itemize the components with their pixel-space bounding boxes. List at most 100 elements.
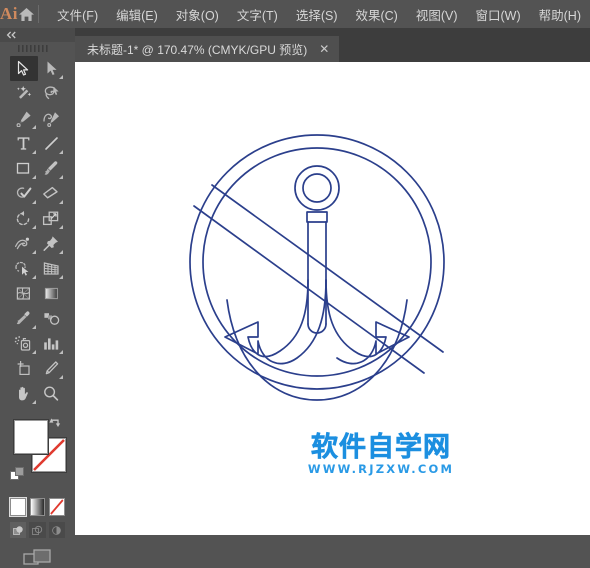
tool-shaper[interactable]: [10, 181, 38, 206]
tool-artboard[interactable]: [10, 356, 38, 381]
draw-mode-row: [10, 522, 65, 538]
tool-flyout-indicator: [59, 375, 63, 379]
artboard-canvas[interactable]: 软件自学网 WWW.RJZXW.COM: [75, 62, 590, 535]
outer-circle: [189, 134, 445, 390]
tool-rotate[interactable]: [10, 206, 38, 231]
magnifier-icon: [44, 386, 59, 401]
draw-inside-mode-button[interactable]: [48, 522, 65, 538]
tool-rectangle[interactable]: [10, 156, 38, 181]
tool-eraser[interactable]: [38, 181, 66, 206]
paint-mode-gradient[interactable]: [29, 498, 46, 516]
panel-drag-handle[interactable]: [0, 42, 75, 54]
tool-width[interactable]: [10, 231, 38, 256]
tools-panel: [0, 28, 75, 565]
menu-item-window[interactable]: 窗口(W): [467, 1, 530, 28]
tool-column-graph[interactable]: [38, 331, 66, 356]
menu-item-type[interactable]: 文字(T): [228, 1, 287, 28]
document-tab[interactable]: 未标题-1* @ 170.47% (CMYK/GPU 预览) ✕: [75, 36, 340, 62]
tool-flyout-indicator: [59, 225, 63, 229]
draw-normal-mode-button[interactable]: [10, 522, 27, 538]
menu-item-select[interactable]: 选择(S): [287, 1, 347, 28]
tool-eyedropper[interactable]: [10, 306, 38, 331]
fill-color-swatch[interactable]: [14, 420, 48, 454]
document-tab-title: 未标题-1* @ 170.47% (CMYK/GPU 预览): [87, 42, 308, 57]
illustrator-window: Ai 文件(F) 编辑(E) 对象(O) 文字(T) 选择(S) 效果(C) 视…: [0, 0, 590, 565]
pen-icon: [16, 111, 31, 127]
selection-arrow-icon: [18, 60, 29, 76]
tool-perspective-grid[interactable]: [38, 256, 66, 281]
menu-item-edit[interactable]: 编辑(E): [107, 1, 167, 28]
change-screen-mode-button[interactable]: [0, 548, 75, 568]
home-glyph: [19, 7, 35, 21]
eraser-icon: [43, 186, 58, 199]
tool-hand[interactable]: [10, 381, 38, 406]
tool-blend[interactable]: [38, 306, 66, 331]
tool-paintbrush[interactable]: [38, 156, 66, 181]
tool-flyout-indicator: [31, 225, 36, 229]
tool-scale[interactable]: [38, 206, 66, 231]
curvature-pen-icon: [43, 112, 59, 127]
menu-item-list: 文件(F) 编辑(E) 对象(O) 文字(T) 选择(S) 效果(C) 视图(V…: [48, 1, 590, 28]
no-anchor-logo[interactable]: [75, 62, 590, 535]
draw-behind-mode-button[interactable]: [29, 522, 46, 538]
menu-item-help[interactable]: 帮助(H): [530, 1, 590, 28]
tool-flyout-indicator: [31, 325, 36, 329]
paint-mode-row: [9, 497, 66, 517]
tool-shape-builder[interactable]: [10, 256, 38, 281]
swap-arrow-glyph: [49, 418, 61, 427]
paint-mode-none[interactable]: [49, 498, 66, 516]
tool-zoom[interactable]: [38, 381, 66, 406]
symbol-sprayer-icon: [15, 336, 31, 351]
tool-magic-wand[interactable]: [10, 81, 38, 106]
anchor-left-arm: [224, 279, 327, 365]
strike-line-1: [193, 205, 425, 374]
menu-item-object[interactable]: 对象(O): [167, 1, 228, 28]
tool-lasso[interactable]: [38, 81, 66, 106]
direct-selection-arrow-icon: [47, 61, 57, 75]
tool-line-segment[interactable]: [38, 131, 66, 156]
line-segment-icon: [44, 137, 58, 150]
tool-type[interactable]: [10, 131, 38, 156]
none-slash-icon: [50, 499, 64, 515]
fill-stroke-controls: [10, 416, 66, 494]
draw-normal-icon: [12, 525, 23, 535]
rotate-icon: [16, 211, 30, 226]
menu-item-effect[interactable]: 效果(C): [346, 1, 406, 28]
shape-builder-icon: [15, 261, 29, 276]
default-fill-stroke-icon[interactable]: [10, 467, 26, 488]
collapse-panel-button[interactable]: [0, 28, 75, 42]
shaper-pencil-icon: [16, 187, 32, 198]
tool-free-transform[interactable]: [38, 231, 66, 256]
anchor-collar: [306, 211, 328, 223]
grip-dots-icon: [17, 44, 48, 52]
tool-curvature[interactable]: [38, 106, 66, 131]
tool-flyout-indicator: [59, 150, 63, 154]
menu-item-file[interactable]: 文件(F): [48, 1, 107, 28]
tool-mesh[interactable]: [10, 281, 38, 306]
paintbrush-icon: [44, 161, 58, 175]
swap-fill-stroke-icon[interactable]: [48, 416, 63, 436]
tool-gradient[interactable]: [38, 281, 66, 306]
gradient-icon: [44, 287, 58, 300]
anchor-right-arm: [325, 279, 410, 365]
home-icon[interactable]: [18, 0, 36, 28]
anchor-ring-outer: [294, 165, 340, 211]
eyedropper-icon: [16, 311, 30, 325]
blend-icon: [44, 313, 60, 325]
slice-knife-icon: [46, 361, 59, 375]
tool-flyout-indicator: [59, 175, 63, 179]
tool-symbol-sprayer[interactable]: [10, 331, 38, 356]
paint-mode-color[interactable]: [9, 497, 27, 517]
menu-bar: Ai 文件(F) 编辑(E) 对象(O) 文字(T) 选择(S) 效果(C) 视…: [0, 0, 590, 28]
tool-flyout-indicator: [31, 275, 36, 279]
tool-flyout-indicator: [31, 250, 36, 254]
tool-selection[interactable]: [10, 56, 38, 81]
tool-slice[interactable]: [38, 356, 66, 381]
app-logo: Ai: [0, 4, 18, 23]
tool-flyout-indicator: [59, 275, 63, 279]
tool-pen[interactable]: [10, 106, 38, 131]
tool-direct-selection[interactable]: [38, 56, 66, 81]
menu-item-view[interactable]: 视图(V): [407, 1, 467, 28]
draw-behind-icon: [32, 525, 43, 535]
close-icon[interactable]: ✕: [317, 43, 331, 55]
